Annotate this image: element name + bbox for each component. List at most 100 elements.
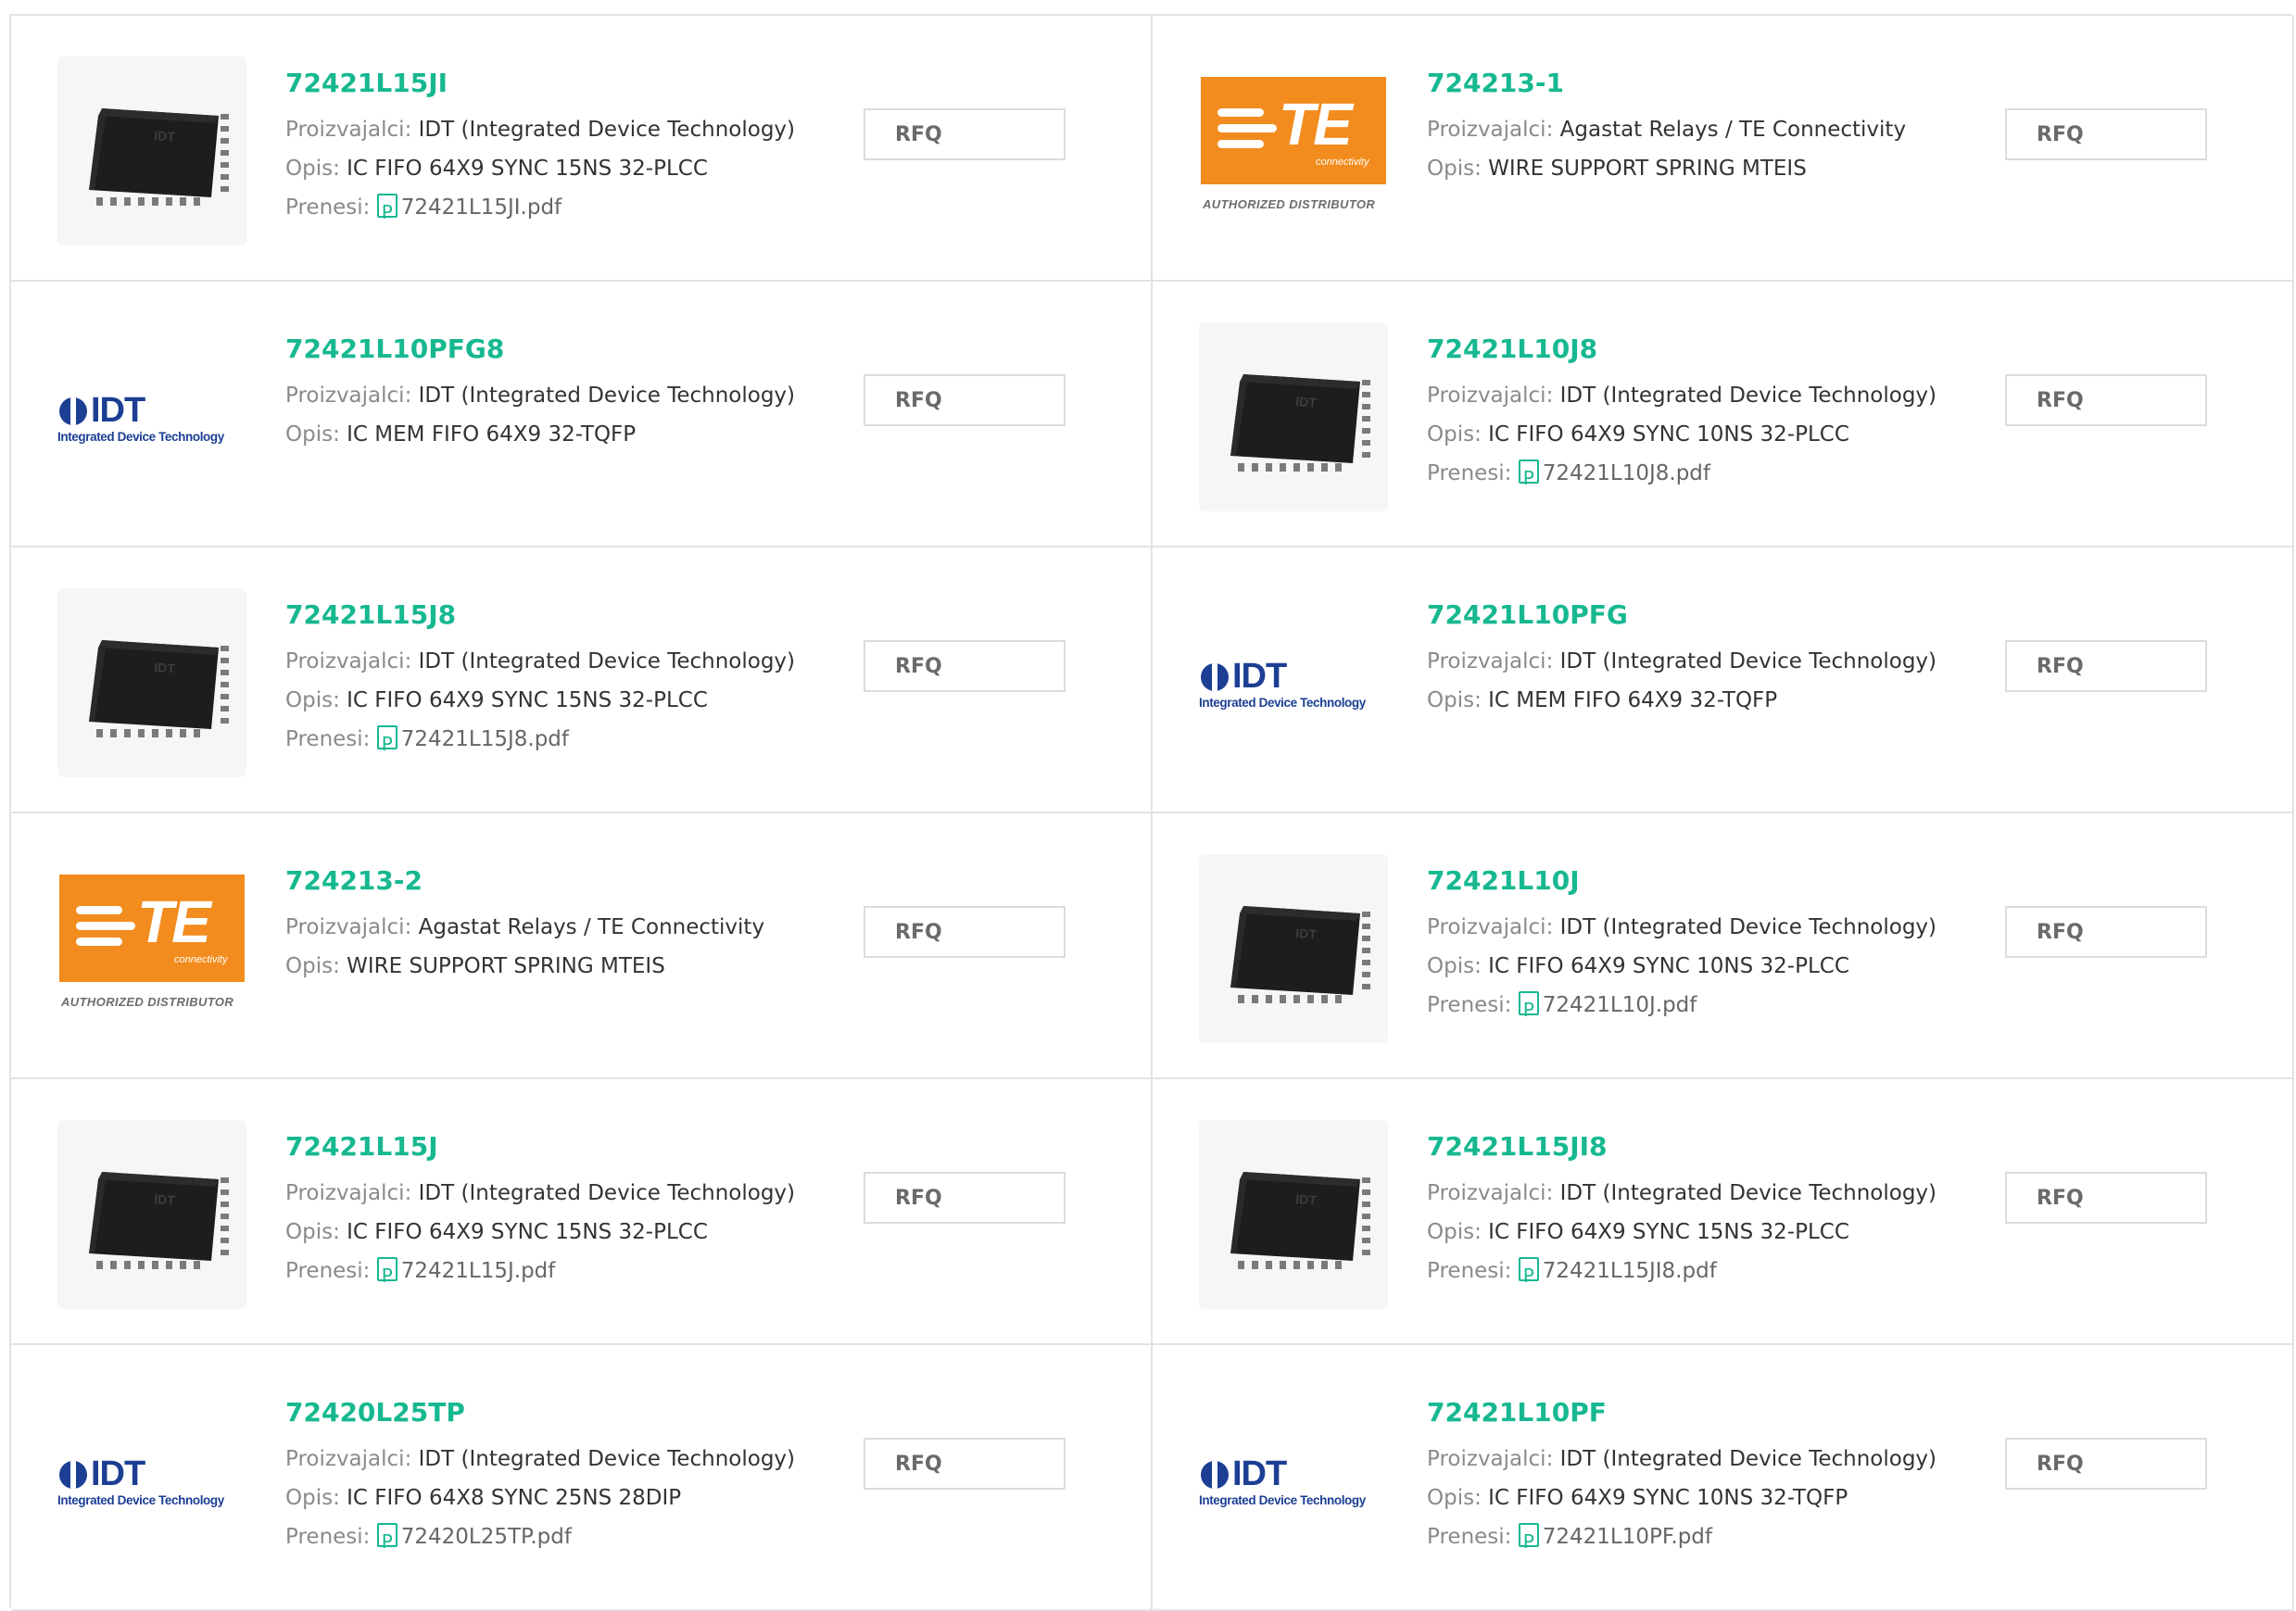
rfq-button[interactable]: RFQ — [2005, 1172, 2207, 1224]
chip-image[interactable]: IDT — [57, 588, 246, 777]
manufacturer-value: IDT (Integrated Device Technology) — [418, 649, 796, 673]
download-label: Prenesi: — [1427, 1525, 1512, 1549]
manufacturer-value: Agastat Relays / TE Connectivity — [418, 915, 765, 939]
chip-image[interactable]: IDT — [57, 1120, 246, 1309]
description-value: IC FIFO 64X9 SYNC 15NS 32-PLCC — [347, 688, 708, 712]
product-thumbnail[interactable]: IDT — [57, 57, 246, 245]
manufacturer-value: IDT (Integrated Device Technology) — [418, 384, 796, 408]
pdf-icon — [1518, 459, 1539, 497]
product-card: IDT 72421L15JI Proizvajalci: IDT (Integr… — [11, 16, 1153, 282]
description-label: Opis: — [1427, 422, 1482, 447]
rfq-button[interactable]: RFQ — [2005, 108, 2207, 160]
product-thumbnail[interactable]: IDT — [57, 588, 246, 777]
pdf-link[interactable]: 72421L15JI.pdf — [401, 195, 561, 220]
pdf-icon — [1518, 1256, 1539, 1295]
download-label: Prenesi: — [285, 1259, 371, 1283]
description-label: Opis: — [1427, 1220, 1482, 1244]
rfq-button[interactable]: RFQ — [2005, 1438, 2207, 1490]
description-row: Opis: IC FIFO 64X9 SYNC 15NS 32-PLCC — [285, 1213, 804, 1252]
rfq-button[interactable]: RFQ — [2005, 906, 2207, 958]
product-thumbnail[interactable]: TE connectivity AUTHORIZED DISTRIBUTOR — [1199, 57, 1388, 245]
pdf-link[interactable]: 72421L10PF.pdf — [1543, 1525, 1712, 1549]
description-value: IC FIFO 64X9 SYNC 10NS 32-TQFP — [1488, 1486, 1848, 1510]
rfq-button[interactable]: RFQ — [864, 374, 1066, 426]
description-row: Opis: IC MEM FIFO 64X9 32-TQFP — [1427, 681, 1946, 720]
download-label: Prenesi: — [285, 727, 371, 751]
product-thumbnail[interactable]: IDT Integrated Device Technology — [57, 322, 246, 511]
manufacturer-value: IDT (Integrated Device Technology) — [418, 1447, 796, 1471]
pdf-icon — [376, 1256, 397, 1295]
product-card: IDT 72421L15J Proizvajalci: IDT (Integra… — [11, 1079, 1153, 1345]
product-card: IDT Integrated Device Technology 72421L1… — [1153, 547, 2294, 813]
product-thumbnail[interactable]: IDT — [1199, 1120, 1388, 1309]
description-value: IC FIFO 64X9 SYNC 10NS 32-PLCC — [1488, 422, 1849, 447]
chip-image[interactable]: IDT — [1199, 854, 1388, 1043]
description-label: Opis: — [285, 954, 340, 978]
product-thumbnail[interactable]: IDT — [1199, 854, 1388, 1043]
rfq-button[interactable]: RFQ — [864, 640, 1066, 692]
product-card: TE connectivity AUTHORIZED DISTRIBUTOR 7… — [11, 813, 1153, 1079]
manufacturer-row: Proizvajalci: IDT (Integrated Device Tec… — [1427, 1174, 1946, 1213]
manufacturer-value: IDT (Integrated Device Technology) — [418, 118, 796, 142]
pdf-link[interactable]: 72421L10J8.pdf — [1543, 461, 1710, 485]
part-number-link[interactable]: 72421L15J8 — [285, 599, 804, 631]
product-thumbnail[interactable]: IDT Integrated Device Technology — [1199, 588, 1388, 777]
part-number-link[interactable]: 72421L10J8 — [1427, 334, 1946, 365]
download-row: Prenesi: 72421L10PF.pdf — [1427, 1517, 1946, 1561]
chip-image[interactable]: IDT — [57, 57, 246, 245]
manufacturer-row: Proizvajalci: IDT (Integrated Device Tec… — [285, 1440, 804, 1479]
pdf-link[interactable]: 72421L15J8.pdf — [401, 727, 569, 751]
rfq-button[interactable]: RFQ — [864, 1172, 1066, 1224]
description-label: Opis: — [285, 157, 340, 181]
idt-logo: IDT Integrated Device Technology — [1199, 657, 1366, 710]
part-number-link[interactable]: 72421L10J — [1427, 865, 1946, 897]
description-value: IC FIFO 64X9 SYNC 15NS 32-PLCC — [347, 157, 708, 181]
product-thumbnail[interactable]: IDT Integrated Device Technology — [57, 1386, 246, 1575]
rfq-button[interactable]: RFQ — [2005, 374, 2207, 426]
part-number-link[interactable]: 724213-2 — [285, 865, 804, 897]
part-number-link[interactable]: 72421L10PFG — [1427, 599, 1946, 631]
product-info: 72421L10J Proizvajalci: IDT (Integrated … — [1427, 865, 1946, 1029]
product-thumbnail[interactable]: IDT — [1199, 322, 1388, 511]
pdf-icon — [1518, 990, 1539, 1029]
rfq-button[interactable]: RFQ — [864, 906, 1066, 958]
manufacturer-label: Proizvajalci: — [1427, 118, 1554, 142]
rfq-button[interactable]: RFQ — [864, 1438, 1066, 1490]
te-connectivity-logo: TE connectivity AUTHORIZED DISTRIBUTOR — [57, 875, 246, 1023]
pdf-link[interactable]: 72421L10J.pdf — [1543, 993, 1697, 1017]
part-number-link[interactable]: 72421L10PFG8 — [285, 334, 804, 365]
description-value: IC FIFO 64X9 SYNC 10NS 32-PLCC — [1488, 954, 1849, 978]
description-label: Opis: — [1427, 157, 1482, 181]
manufacturer-value: IDT (Integrated Device Technology) — [1559, 1447, 1937, 1471]
part-number-link[interactable]: 72420L25TP — [285, 1397, 804, 1429]
manufacturer-row: Proizvajalci: IDT (Integrated Device Tec… — [285, 1174, 804, 1213]
description-value: IC MEM FIFO 64X9 32-TQFP — [1488, 688, 1778, 712]
product-card: IDT Integrated Device Technology 72420L2… — [11, 1345, 1153, 1611]
product-thumbnail[interactable]: IDT Integrated Device Technology — [1199, 1386, 1388, 1575]
svg-text:IDT: IDT — [1295, 1191, 1318, 1208]
manufacturer-label: Proizvajalci: — [285, 1181, 412, 1205]
product-card: IDT Integrated Device Technology 72421L1… — [1153, 1345, 2294, 1611]
rfq-button[interactable]: RFQ — [864, 108, 1066, 160]
description-row: Opis: IC FIFO 64X9 SYNC 10NS 32-PLCC — [1427, 947, 1946, 986]
pdf-link[interactable]: 72421L15JI8.pdf — [1543, 1259, 1717, 1283]
manufacturer-row: Proizvajalci: IDT (Integrated Device Tec… — [1427, 642, 1946, 681]
part-number-link[interactable]: 72421L15JI — [285, 68, 804, 99]
part-number-link[interactable]: 724213-1 — [1427, 68, 1946, 99]
description-value: IC FIFO 64X8 SYNC 25NS 28DIP — [347, 1486, 682, 1510]
rfq-button[interactable]: RFQ — [2005, 640, 2207, 692]
idt-logo: IDT Integrated Device Technology — [1199, 1454, 1366, 1507]
product-thumbnail[interactable]: TE connectivity AUTHORIZED DISTRIBUTOR — [57, 854, 246, 1043]
part-number-link[interactable]: 72421L15J — [285, 1131, 804, 1163]
product-grid: IDT 72421L15JI Proizvajalci: IDT (Integr… — [9, 14, 2294, 1611]
product-info: 72421L10PF Proizvajalci: IDT (Integrated… — [1427, 1397, 1946, 1561]
description-row: Opis: IC FIFO 64X9 SYNC 15NS 32-PLCC — [285, 149, 804, 188]
manufacturer-label: Proizvajalci: — [1427, 1447, 1554, 1471]
chip-image[interactable]: IDT — [1199, 322, 1388, 511]
part-number-link[interactable]: 72421L15JI8 — [1427, 1131, 1946, 1163]
pdf-link[interactable]: 72420L25TP.pdf — [401, 1525, 572, 1549]
part-number-link[interactable]: 72421L10PF — [1427, 1397, 1946, 1429]
chip-image[interactable]: IDT — [1199, 1120, 1388, 1309]
pdf-link[interactable]: 72421L15J.pdf — [401, 1259, 556, 1283]
product-thumbnail[interactable]: IDT — [57, 1120, 246, 1309]
